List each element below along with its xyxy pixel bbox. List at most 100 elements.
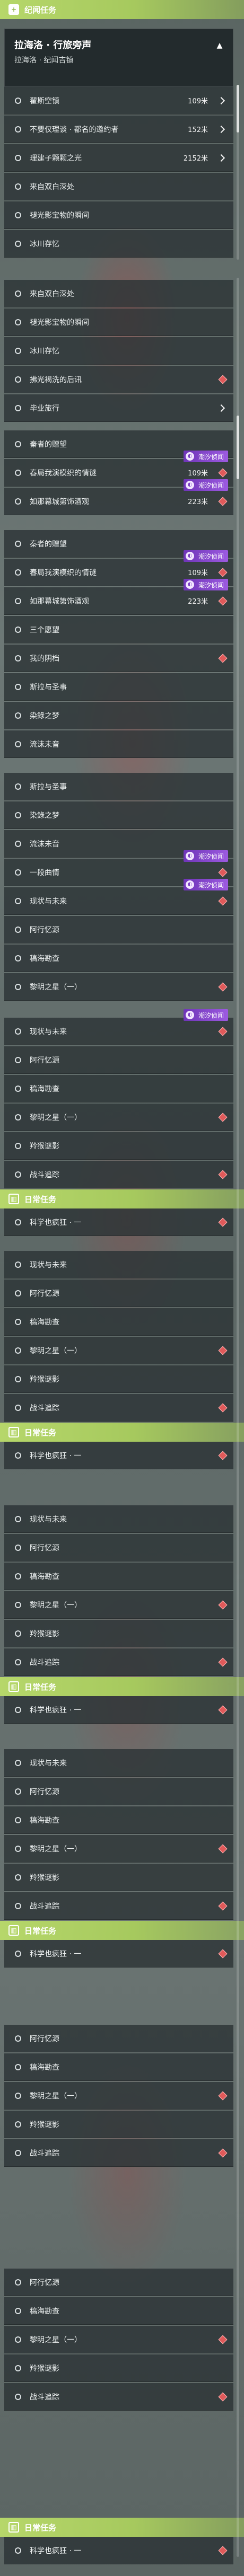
event-badge: ◐ 潮汐侦闻 xyxy=(183,451,228,462)
category-header[interactable]: ▥ 日常任务 xyxy=(0,2518,244,2537)
radio-icon xyxy=(15,1085,21,1092)
task-row[interactable]: 染錄之梦 xyxy=(4,702,233,729)
radio-icon xyxy=(15,347,21,354)
task-row[interactable]: 战斗追踪 xyxy=(4,2139,233,2167)
task-row[interactable]: 羚猴谜影 xyxy=(4,2354,233,2382)
task-row[interactable]: 稿海勘查 xyxy=(4,2297,233,2325)
task-row[interactable]: 稿海勘查 xyxy=(4,2053,233,2081)
task-row[interactable]: 战斗追踪 xyxy=(4,1648,233,1676)
task-label: 染錄之梦 xyxy=(30,711,59,720)
task-label: 稿海勘查 xyxy=(30,2307,59,2316)
task-row[interactable]: 阿行忆源 xyxy=(4,1280,233,1307)
task-row[interactable]: 现状与未来 xyxy=(4,1018,233,1045)
task-row[interactable]: 科学也疯狂 · 一 xyxy=(4,1208,233,1236)
task-row[interactable]: 如那幕城第饰酒观 223米 xyxy=(4,488,233,515)
task-row[interactable]: 黎明之星（一） xyxy=(4,1337,233,1364)
category-header[interactable]: ▥ 日常任务 xyxy=(0,1189,244,1208)
task-row[interactable]: 黎明之星（一） xyxy=(4,973,233,1001)
task-row[interactable]: 现状与未来 xyxy=(4,1251,233,1278)
task-row[interactable]: 黎明之星（一） xyxy=(4,1104,233,1131)
tide-icon: ◐ xyxy=(185,452,194,461)
marker-icon xyxy=(218,1844,228,1854)
task-label: 稿海勘查 xyxy=(30,1318,59,1327)
task-row[interactable]: 黎明之星（一） xyxy=(4,1591,233,1619)
task-row[interactable]: 战斗追踪 xyxy=(4,2383,233,2411)
task-row[interactable]: 冰川存忆 xyxy=(4,337,233,365)
scrollbar-thumb[interactable] xyxy=(237,85,239,133)
category-header[interactable]: ▥ 日常任务 xyxy=(0,1423,244,1442)
task-row[interactable]: 理建子颗颗之光 2152米 xyxy=(4,144,233,172)
event-badge-label: 潮汐侦闻 xyxy=(198,481,224,489)
task-row[interactable]: 黎明之星（一） xyxy=(4,1835,233,1863)
task-row[interactable]: 战斗追踪 xyxy=(4,1394,233,1422)
task-row[interactable]: 阿行忆源 xyxy=(4,2025,233,2052)
book-icon: ▥ xyxy=(8,1681,19,1692)
task-row[interactable]: 科学也疯狂 · 一 xyxy=(4,2537,233,2564)
task-row[interactable]: 稿海勘查 xyxy=(4,1075,233,1102)
category-header[interactable]: + 纪闻任务 xyxy=(0,0,244,19)
task-label: 现状与未来 xyxy=(30,1027,67,1036)
task-label: 黎明之星（一） xyxy=(30,2092,82,2101)
task-row[interactable]: 我的阴档 xyxy=(4,645,233,672)
task-row[interactable]: 来自双白深处 xyxy=(4,280,233,307)
task-row[interactable]: 冰川存忆 xyxy=(4,230,233,258)
task-row[interactable]: 稿海勘查 xyxy=(4,1308,233,1336)
category-header[interactable]: ▥ 日常任务 xyxy=(0,1677,244,1696)
task-row[interactable]: 黎明之星（一） xyxy=(4,2326,233,2353)
task-label: 春局我演模织的情谜 xyxy=(30,568,97,577)
task-row[interactable]: 战斗追踪 xyxy=(4,1892,233,1920)
task-row[interactable]: 如那幕城第饰酒观 223米 xyxy=(4,587,233,615)
task-row[interactable]: 黎明之星（一） xyxy=(4,2082,233,2110)
selected-task-title: 拉海洛 · 行旅旁声 xyxy=(14,40,92,51)
task-row[interactable]: 羚猴谜影 xyxy=(4,1620,233,1647)
task-label: 不要仅理谈 · 都名的邀约者 xyxy=(30,125,119,134)
selected-task[interactable]: 拉海洛 · 行旅旁声 拉海洛 · 纪闻吉镇 ▲ xyxy=(4,29,233,87)
task-row[interactable]: 科学也疯狂 · 一 xyxy=(4,1442,233,1469)
chevron-right-icon xyxy=(217,154,225,162)
task-row[interactable]: 阿行忆源 xyxy=(4,1778,233,1805)
task-row[interactable]: 阿行忆源 xyxy=(4,2269,233,2296)
radio-icon xyxy=(15,655,21,661)
task-row[interactable]: 流沫未音 xyxy=(4,730,233,758)
task-row[interactable]: 羚猴谜影 xyxy=(4,1132,233,1160)
task-row[interactable]: 拂光褐洗的后讯 xyxy=(4,366,233,393)
radio-icon xyxy=(15,1845,21,1852)
radio-icon xyxy=(15,1318,21,1325)
chevron-up-icon[interactable]: ▲ xyxy=(214,40,225,51)
task-row[interactable]: 现状与未来 xyxy=(4,1505,233,1533)
task-row[interactable]: 毕业旅行 xyxy=(4,394,233,422)
task-row[interactable]: 斯拉与圣事 xyxy=(4,673,233,701)
task-row[interactable]: 现状与未来 xyxy=(4,1749,233,1777)
task-row[interactable]: 翟斯空镇 109米 xyxy=(4,87,233,114)
task-label: 染錄之梦 xyxy=(30,811,59,820)
task-row[interactable]: 科学也疯狂 · 一 xyxy=(4,1940,233,1968)
task-row[interactable]: 阿行忆源 xyxy=(4,916,233,943)
task-row[interactable]: 褪光影宝物的瞬间 xyxy=(4,308,233,336)
task-row[interactable]: 染錄之梦 xyxy=(4,801,233,829)
radio-icon xyxy=(15,1261,21,1268)
task-row[interactable]: 羚猴谜影 xyxy=(4,1365,233,1393)
task-row[interactable]: 阿行忆源 xyxy=(4,1046,233,1074)
scrollbar-track[interactable] xyxy=(237,278,239,2557)
task-row[interactable]: 不要仅理谈 · 都名的邀约者 152米 xyxy=(4,116,233,143)
scrollbar-thumb[interactable] xyxy=(237,416,239,479)
task-row[interactable]: 三个愿望 xyxy=(4,616,233,643)
book-icon: ▥ xyxy=(8,1194,19,1204)
scrollbar-track[interactable] xyxy=(237,85,239,260)
task-row[interactable]: 来自双白深处 xyxy=(4,173,233,200)
task-row[interactable]: 羚猴谜影 xyxy=(4,2111,233,2138)
task-row[interactable]: 现状与未来 xyxy=(4,887,233,915)
task-row[interactable]: 羚猴谜影 xyxy=(4,1864,233,1891)
task-row[interactable]: 稿海勘查 xyxy=(4,1563,233,1590)
task-row[interactable]: 阿行忆源 xyxy=(4,1534,233,1562)
task-row[interactable]: 战斗追踪 xyxy=(4,1161,233,1188)
category-header[interactable]: ▥ 日常任务 xyxy=(0,1921,244,1940)
task-label: 阿行忆源 xyxy=(30,1543,59,1552)
task-row[interactable]: 斯拉与圣事 xyxy=(4,773,233,800)
radio-icon xyxy=(15,319,21,325)
task-row[interactable]: 褪光影宝物的瞬间 xyxy=(4,201,233,229)
task-row[interactable]: 稿海勘查 xyxy=(4,1806,233,1834)
task-row[interactable]: 稿海勘查 xyxy=(4,945,233,972)
task-row[interactable]: 科学也疯狂 · 一 xyxy=(4,1696,233,1724)
marker-icon xyxy=(218,468,228,478)
